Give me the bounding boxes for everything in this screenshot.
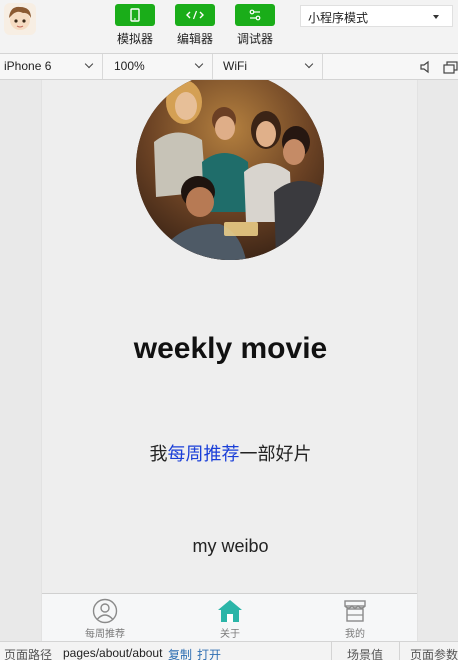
device-select-value: iPhone 6	[4, 59, 52, 73]
phone-icon	[130, 8, 140, 22]
volume-icon[interactable]	[419, 60, 433, 74]
status-bar: 页面路径 pages/about/about 复制 打开 场景值 页面参数	[0, 641, 458, 660]
open-link[interactable]: 打开	[197, 646, 221, 660]
mode-select[interactable]: 小程序模式	[300, 5, 453, 27]
caret-down-icon	[433, 15, 439, 19]
debugger-button[interactable]	[235, 4, 275, 26]
debugger-tool[interactable]: 调试器	[230, 4, 280, 47]
recommendation-line: 我每周推荐一部好片	[42, 440, 417, 466]
code-icon	[186, 10, 204, 20]
network-select[interactable]: WiFi	[213, 54, 323, 79]
chevron-down-icon	[84, 59, 94, 69]
line-suffix: 一部好片	[239, 444, 312, 464]
weibo-text[interactable]: my weibo	[42, 536, 417, 557]
editor-label: 编辑器	[176, 32, 213, 46]
toggles-icon	[249, 9, 261, 21]
page-title: weekly movie	[133, 332, 328, 365]
scene-value-button[interactable]: 场景值	[347, 646, 383, 660]
weekly-recommend-link[interactable]: 每周推荐	[168, 444, 240, 464]
store-icon	[344, 600, 366, 622]
tab-mine-label: 我的	[345, 629, 365, 640]
page-params-button[interactable]: 页面参数	[410, 646, 458, 660]
status-divider	[331, 642, 332, 660]
device-bar: iPhone 6 100% WiFi	[0, 54, 458, 80]
editor-button[interactable]	[175, 4, 215, 26]
line-prefix: 我	[149, 444, 168, 464]
window-icon[interactable]	[443, 60, 458, 74]
tab-weekly[interactable]: 每周推荐	[60, 598, 150, 640]
simulator-tool[interactable]: 模拟器	[110, 4, 160, 47]
simulator-screen: weekly movie 我每周推荐一部好片 my weibo 每周推荐 关于	[41, 80, 418, 641]
chevron-down-icon	[194, 59, 204, 69]
tab-bar: 每周推荐 关于 我的	[42, 593, 417, 641]
status-divider	[399, 642, 400, 660]
editor-tool[interactable]: 编辑器	[170, 4, 220, 47]
top-toolbar: 模拟器 编辑器 调试器 小程序模式	[0, 0, 458, 54]
simulator-button[interactable]	[115, 4, 155, 26]
debugger-label: 调试器	[236, 32, 273, 46]
simulator-label: 模拟器	[116, 32, 153, 46]
tab-weekly-label: 每周推荐	[85, 629, 125, 640]
page-path-label: 页面路径	[4, 648, 53, 660]
movie-group-photo	[136, 80, 324, 260]
device-select[interactable]: iPhone 6	[0, 54, 103, 79]
page-path-value: pages/about/about	[63, 646, 163, 660]
user-avatar[interactable]	[4, 3, 36, 35]
chevron-down-icon	[304, 59, 314, 69]
network-select-value: WiFi	[223, 59, 247, 73]
zoom-select[interactable]: 100%	[103, 54, 213, 79]
copy-link[interactable]: 复制	[168, 646, 192, 660]
home-icon	[218, 600, 242, 622]
zoom-select-value: 100%	[114, 59, 145, 73]
tab-mine[interactable]: 我的	[310, 598, 400, 640]
tab-about-label: 关于	[220, 629, 240, 640]
tab-about[interactable]: 关于	[185, 598, 275, 640]
mode-select-value: 小程序模式	[308, 11, 369, 25]
person-circle-icon	[92, 598, 118, 624]
